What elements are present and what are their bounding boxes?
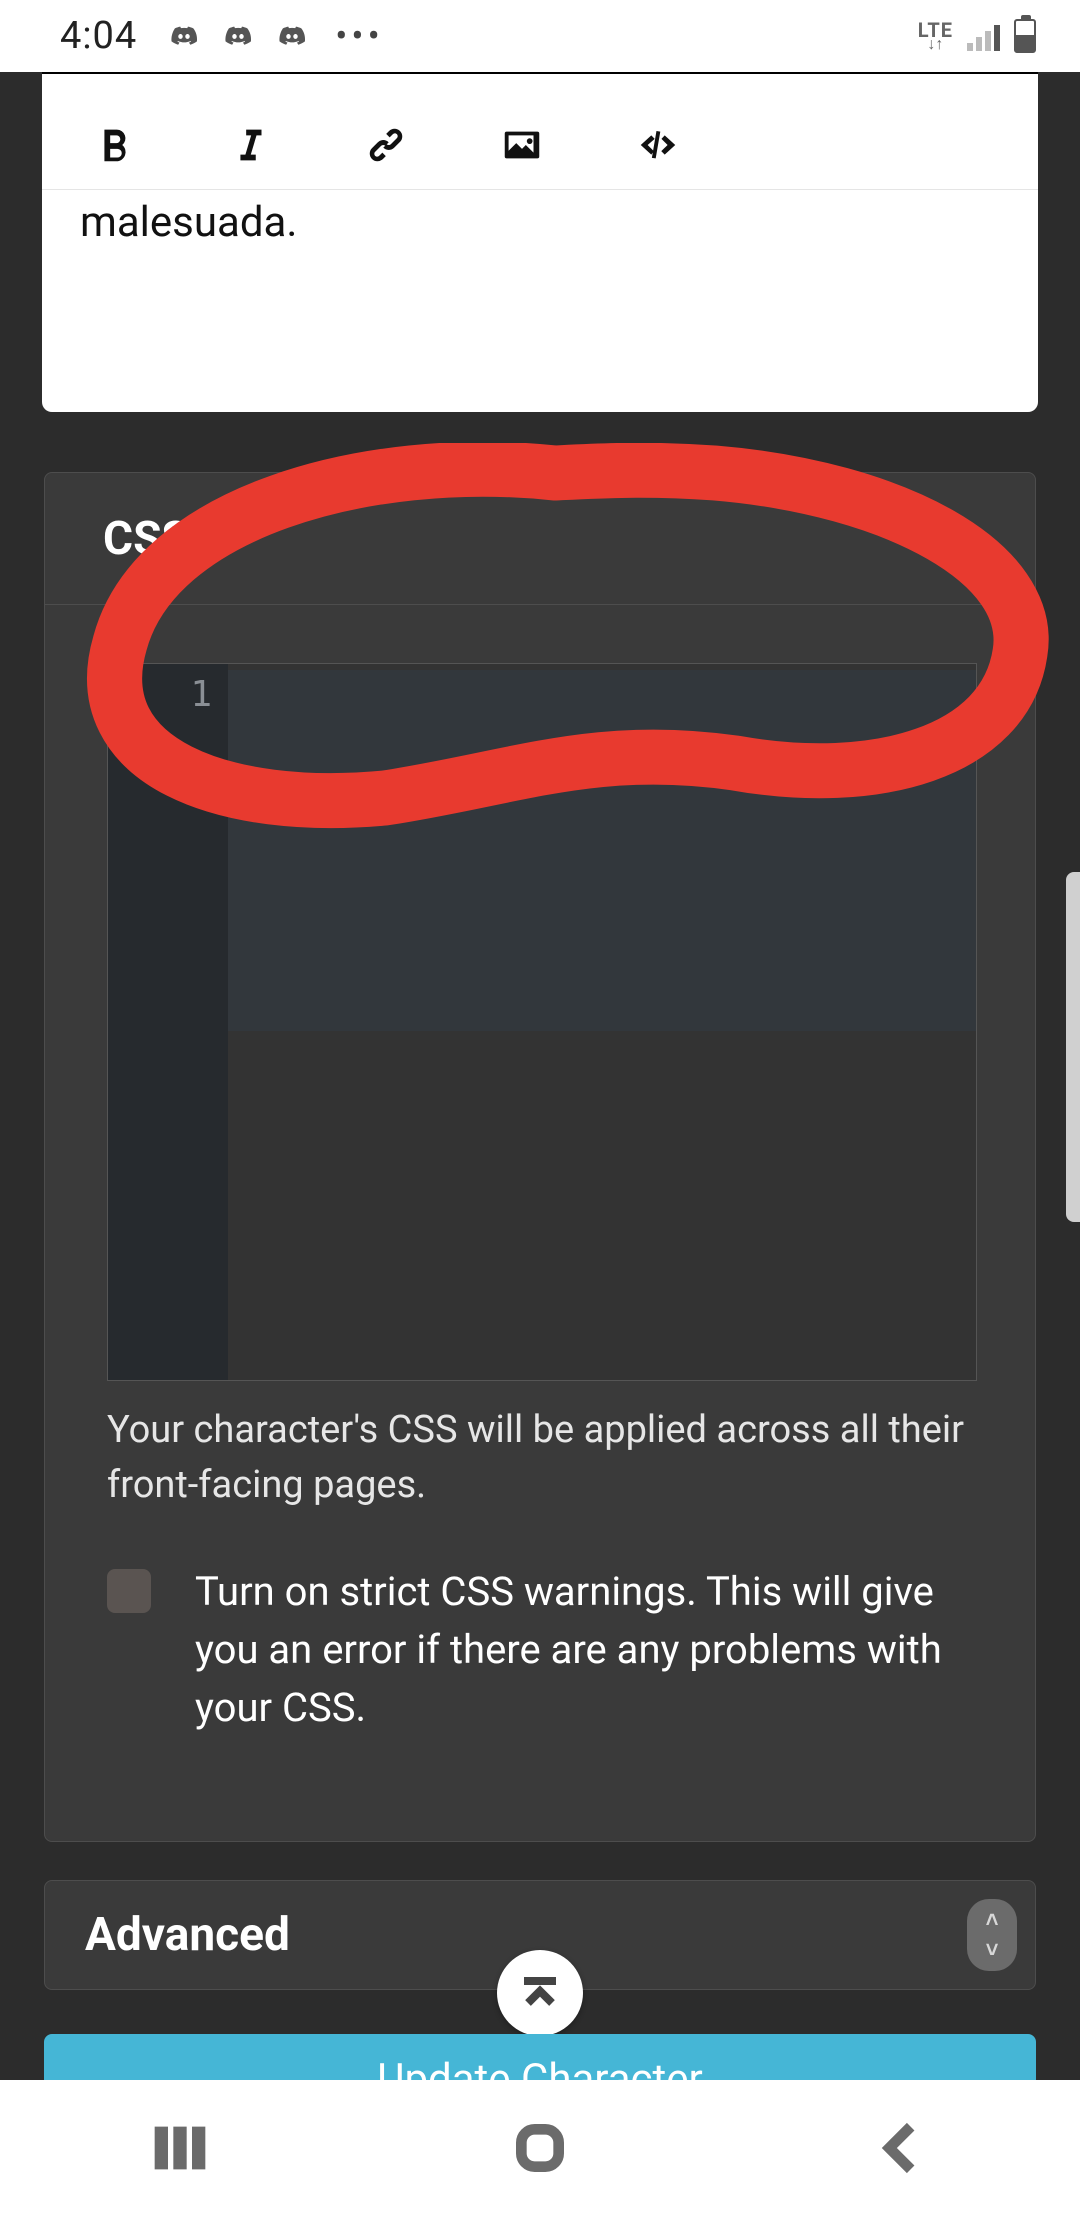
statusbar-right: LTE ↓↑	[918, 19, 1036, 53]
description-editor-card: malesuada.	[42, 72, 1038, 412]
discord-icon	[275, 22, 309, 50]
line-number: 1	[108, 674, 212, 715]
android-navbar	[0, 2080, 1080, 2220]
strict-warnings-checkbox[interactable]	[107, 1569, 151, 1613]
network-indicator: LTE ↓↑	[918, 22, 953, 51]
nav-home-button[interactable]	[508, 2116, 572, 2184]
image-button[interactable]	[494, 117, 550, 173]
expand-collapse-icon: ˄˅	[967, 1899, 1017, 1971]
editor-toolbar	[42, 100, 1038, 190]
code-empty-area[interactable]	[228, 1031, 976, 1380]
data-arrows-icon: ↓↑	[927, 38, 943, 51]
battery-icon	[1014, 19, 1036, 53]
nav-back-button[interactable]	[868, 2116, 932, 2184]
status-time: 4:04	[60, 14, 137, 58]
italic-button[interactable]	[222, 117, 278, 173]
update-character-label: Update Character	[377, 2055, 703, 2081]
strict-warnings-label: Turn on strict CSS warnings. This will g…	[195, 1563, 977, 1737]
link-button[interactable]	[358, 117, 414, 173]
update-character-button[interactable]: Update Character	[44, 2034, 1036, 2080]
nav-recents-button[interactable]	[148, 2116, 212, 2184]
description-text: malesuada.	[80, 198, 297, 247]
code-line-input[interactable]	[228, 670, 976, 1031]
bold-button[interactable]	[86, 117, 142, 173]
description-textarea[interactable]: malesuada.	[72, 192, 1008, 392]
css-code-editor[interactable]: 1	[107, 663, 977, 1381]
statusbar: 4:04 ••• LTE ↓↑	[0, 0, 1080, 72]
statusbar-left: 4:04 •••	[60, 14, 384, 58]
more-notifications-icon: •••	[335, 15, 383, 57]
discord-icon	[167, 22, 201, 50]
scroll-indicator[interactable]	[1066, 872, 1080, 1222]
signal-icon	[967, 21, 1000, 51]
discord-icon	[221, 22, 255, 50]
strict-warnings-row: Turn on strict CSS warnings. This will g…	[107, 1563, 977, 1737]
app-viewport: malesuada. CSS 1 Your character's CSS wi…	[0, 72, 1080, 2080]
code-button[interactable]	[630, 117, 686, 173]
advanced-label: Advanced	[85, 1908, 290, 1962]
css-help-text: Your character's CSS will be applied acr…	[107, 1403, 977, 1513]
css-panel: CSS 1 Your character's CSS will be appli…	[44, 472, 1036, 1842]
code-gutter: 1	[108, 664, 228, 1380]
scroll-to-top-button[interactable]	[497, 1950, 583, 2036]
css-panel-title: CSS	[45, 473, 1035, 605]
